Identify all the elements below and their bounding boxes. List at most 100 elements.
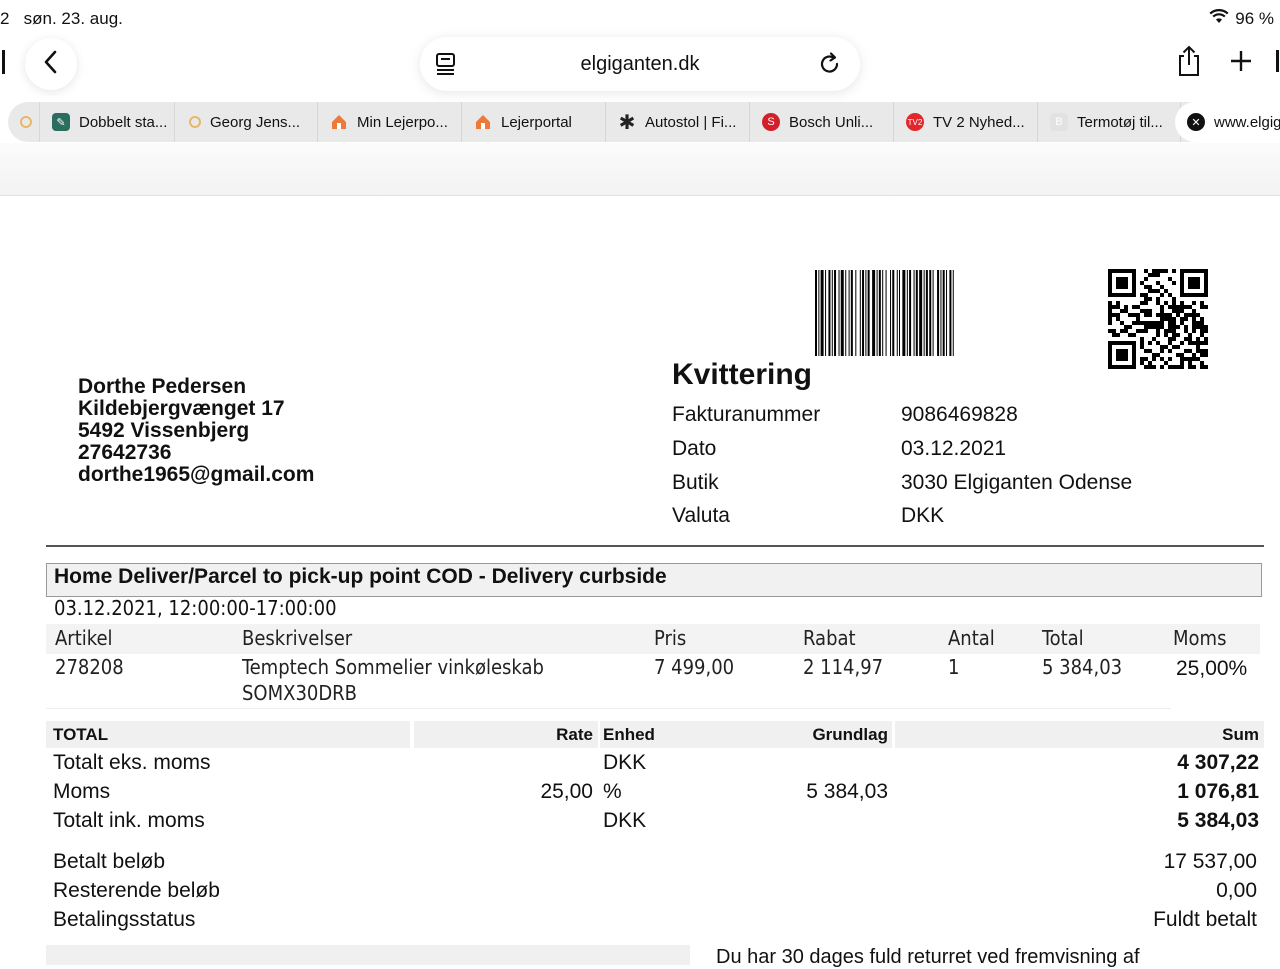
tab-item-active[interactable]: ✕ www.elgiganten.dk (1175, 102, 1280, 142)
tab-label: Lejerportal (501, 113, 572, 131)
address-bar[interactable]: elgiganten.dk (420, 37, 860, 91)
date-value: 03.12.2021 (901, 437, 1007, 460)
tab-item[interactable]: TV2 TV 2 Nyhed... (894, 102, 1038, 142)
tab-label: Georg Jens... (210, 113, 301, 131)
status-date: 2 søn. 23. aug. (0, 9, 123, 29)
tab-overview-icon[interactable] (1276, 50, 1280, 72)
back-button[interactable] (25, 38, 77, 90)
payment-label: Betalingsstatus (53, 908, 196, 931)
payment-label: Betalt beløb (53, 850, 166, 873)
circle-icon (20, 116, 32, 128)
tab-item[interactable]: Lejerportal (462, 102, 606, 142)
date-label: Dato (672, 437, 717, 460)
reload-icon[interactable] (818, 51, 842, 82)
page-menu-icon[interactable] (434, 51, 458, 82)
store-label: Butik (672, 471, 719, 494)
totals-row-unit: DKK (603, 809, 647, 832)
status-indicators: 96 % (1209, 9, 1274, 29)
tab-item[interactable]: Min Lejerpo... (318, 102, 462, 142)
circle-icon (189, 116, 201, 128)
payment-label: Resterende beløb (53, 879, 220, 902)
tab-item[interactable]: S Bosch Unli... (750, 102, 894, 142)
house-icon (474, 113, 492, 131)
article-total: 5 384,03 (1042, 655, 1123, 679)
store-value: 3030 Elgiganten Odense (901, 471, 1133, 494)
totals-row-sum: 1 076,81 (1177, 780, 1259, 803)
invoice-number-value: 9086469828 (901, 403, 1018, 426)
totals-row-label: Totalt ink. moms (53, 809, 205, 832)
tab-label: Dobbelt sta... (79, 113, 168, 131)
tab-item[interactable]: ✎ Dobbelt sta... (40, 102, 175, 142)
asterisk-icon: ✱ (618, 111, 636, 134)
battery-percentage: 96 % (1235, 9, 1274, 28)
currency-label: Valuta (672, 504, 730, 527)
col-total: Total (1042, 626, 1084, 650)
totals-label-header: TOTAL (53, 725, 109, 744)
divider (46, 545, 1264, 547)
currency-value: DKK (901, 504, 945, 527)
url-text[interactable]: elgiganten.dk (420, 37, 860, 91)
article-discount: 2 114,97 (803, 655, 884, 679)
article-description-2: SOMX30DRB (242, 681, 358, 705)
totals-rate-header: Rate (556, 725, 593, 744)
col-discount: Rabat (803, 626, 856, 650)
totals-row-sum: 5 384,03 (1177, 809, 1259, 832)
tab-item[interactable]: ✱ Autostol | Fi... (606, 102, 750, 142)
delivery-title: Home Deliver/Parcel to pick-up point COD… (54, 565, 667, 588)
col-qty: Antal (948, 626, 995, 650)
totals-row-unit: % (603, 780, 622, 803)
totals-row-unit: DKK (603, 751, 647, 774)
tab-item[interactable] (8, 102, 40, 142)
share-icon (1176, 45, 1202, 82)
customer-email: dorthe1965@gmail.com (78, 463, 315, 486)
tab-bar: ✎ Dobbelt sta... Georg Jens... Min Lejer… (8, 102, 1280, 142)
sidebar-toggle-icon[interactable] (0, 50, 5, 74)
payment-value: 17 537,00 (1163, 850, 1257, 873)
totals-row-sum: 4 307,22 (1177, 751, 1259, 774)
qr-code-image (1108, 269, 1208, 369)
totals-sum-header: Sum (1222, 725, 1259, 744)
barcode-image (815, 270, 954, 356)
col-article: Artikel (55, 626, 113, 650)
new-tab-button[interactable] (1215, 37, 1267, 89)
totals-row-label: Totalt eks. moms (53, 751, 211, 774)
tab-label: Termotøj til... (1077, 113, 1163, 131)
customer-city: 5492 Vissenbjerg (78, 419, 250, 442)
customer-name: Dorthe Pedersen (78, 375, 247, 398)
tab-label: Min Lejerpo... (357, 113, 448, 131)
customer-street: Kildebjergvænget 17 (78, 397, 285, 420)
customer-phone: 27642736 (78, 441, 172, 464)
col-price: Pris (654, 626, 687, 650)
article-description: Temptech Sommelier vinkøleskab (242, 655, 544, 679)
delivery-time: 03.12.2021, 12:00:00-17:00:00 (54, 596, 337, 620)
status-time: 2 (0, 9, 10, 28)
share-button[interactable] (1163, 37, 1215, 89)
chevron-left-icon (43, 50, 59, 79)
return-policy-text: Du har 30 dages fuld returret ved fremvi… (716, 946, 1140, 968)
payment-status: Fuldt betalt (1153, 908, 1257, 931)
tab-label: Autostol | Fi... (645, 113, 737, 131)
totals-unit-header: Enhed (603, 725, 655, 744)
totals-basis-header: Grundlag (812, 725, 888, 744)
tab-item[interactable]: Georg Jens... (175, 102, 318, 142)
tab-item[interactable]: B Termotøj til... (1038, 102, 1181, 142)
totals-row-basis: 5 384,03 (806, 780, 888, 803)
invoice-number-label: Fakturanummer (672, 403, 821, 426)
wifi-icon (1209, 9, 1229, 29)
tab-label: TV 2 Nyhed... (933, 113, 1025, 131)
article-vat: 25,00% (1176, 657, 1248, 680)
article-number: 278208 (55, 655, 124, 679)
toolbar-separator (0, 143, 1280, 196)
article-qty: 1 (948, 655, 960, 679)
totals-row-label: Moms (53, 780, 111, 803)
col-description: Beskrivelser (242, 626, 353, 650)
article-price: 7 499,00 (654, 655, 735, 679)
tab-label: Bosch Unli... (789, 113, 874, 131)
status-date-text: søn. 23. aug. (23, 9, 123, 28)
totals-row-rate: 25,00 (540, 780, 593, 803)
close-icon[interactable]: ✕ (1187, 113, 1205, 131)
receipt-title: Kvittering (672, 358, 813, 391)
tv2-icon: TV2 (906, 113, 924, 131)
b-icon: B (1050, 113, 1068, 131)
row-divider (46, 708, 1171, 709)
